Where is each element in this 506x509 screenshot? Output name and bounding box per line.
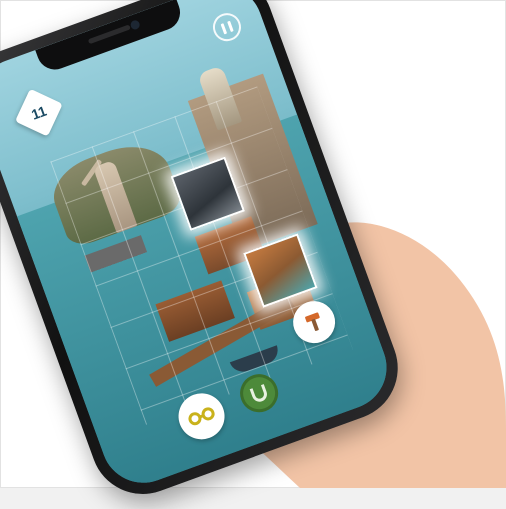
pause-button[interactable] [209,9,245,46]
level-number: 11 [29,102,49,123]
pause-icon-bar [226,20,234,32]
hammer-icon [305,312,320,331]
goggles-icon [188,407,215,426]
front-camera [129,19,141,31]
pause-icon [220,22,227,35]
speaker-grille [87,24,131,45]
magnet-icon [249,384,267,402]
